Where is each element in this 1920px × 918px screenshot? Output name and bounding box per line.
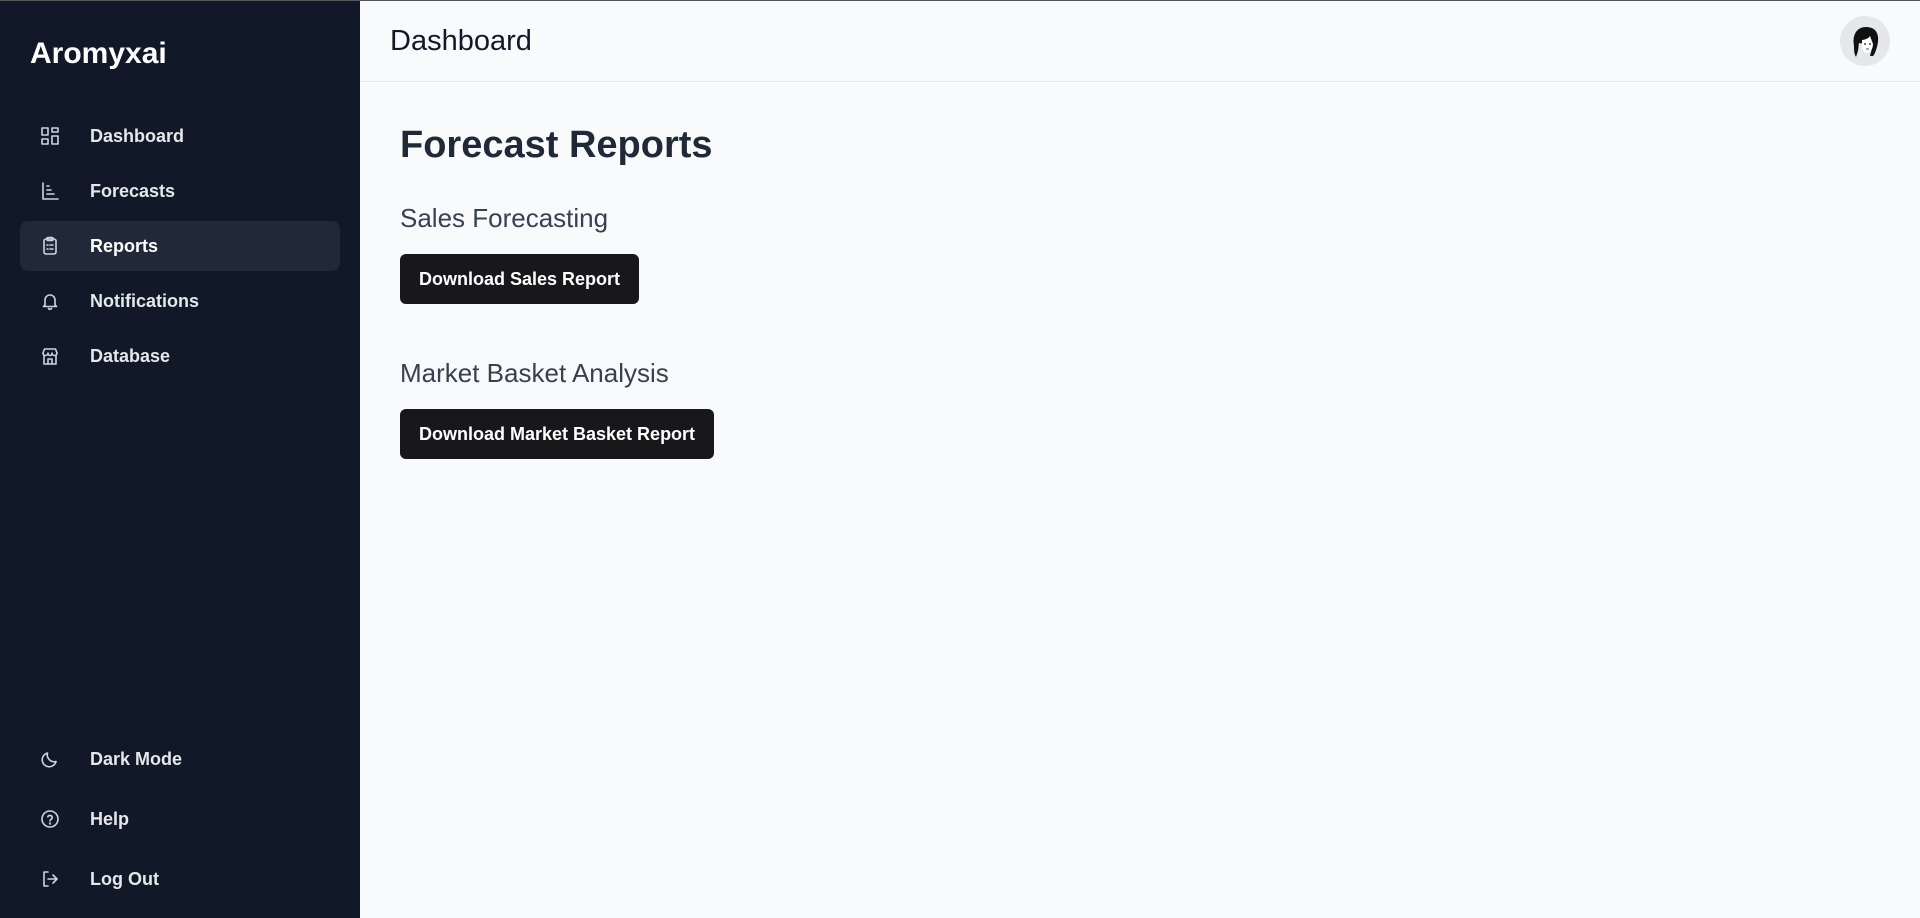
bell-icon xyxy=(40,291,60,311)
sidebar-item-label: Dark Mode xyxy=(90,748,183,769)
dashboard-grid-icon xyxy=(40,126,60,146)
store-icon xyxy=(40,346,60,366)
sidebar-item-forecasts[interactable]: Forecasts xyxy=(20,166,340,216)
avatar-image-icon xyxy=(1840,16,1890,66)
sidebar-item-label: Help xyxy=(90,808,130,829)
sidebar-item-label: Reports xyxy=(90,235,159,256)
sidebar-item-label: Log Out xyxy=(90,868,159,889)
logout-button[interactable]: Log Out xyxy=(20,854,340,904)
brand-logo: Aromyxai xyxy=(30,37,167,70)
reports-content: Forecast Reports Sales Forecasting Downl… xyxy=(360,82,1920,555)
sidebar-item-label: Dashboard xyxy=(90,125,185,146)
sales-forecasting-section: Sales Forecasting Download Sales Report xyxy=(400,203,1880,304)
clipboard-icon xyxy=(40,236,60,256)
sidebar-item-database[interactable]: Database xyxy=(20,331,340,381)
dark-mode-toggle[interactable]: Dark Mode xyxy=(20,734,340,784)
moon-icon xyxy=(40,749,60,769)
download-market-basket-report-button[interactable]: Download Market Basket Report xyxy=(400,409,715,459)
page-title: Forecast Reports xyxy=(400,124,713,166)
section-title: Sales Forecasting xyxy=(400,203,609,233)
market-basket-section: Market Basket Analysis Download Market B… xyxy=(400,358,1880,459)
header-title: Dashboard xyxy=(390,24,532,57)
sidebar-item-notifications[interactable]: Notifications xyxy=(20,276,340,326)
main-area: Dashboard Forecast Reports Sales Forecas… xyxy=(360,1,1920,918)
help-circle-icon xyxy=(40,809,60,829)
sidebar: Aromyxai Dashboard Forecasts Reports Not… xyxy=(0,1,360,918)
sidebar-item-dashboard[interactable]: Dashboard xyxy=(20,111,340,161)
sidebar-item-label: Notifications xyxy=(90,290,200,311)
download-sales-report-button[interactable]: Download Sales Report xyxy=(400,254,640,304)
chart-icon xyxy=(40,181,60,201)
avatar[interactable] xyxy=(1840,16,1890,66)
help-link[interactable]: Help xyxy=(20,794,340,844)
sidebar-item-label: Database xyxy=(90,345,171,366)
sidebar-bottom-nav: Dark Mode Help Log Out xyxy=(20,734,340,918)
section-title: Market Basket Analysis xyxy=(400,358,669,388)
sidebar-item-label: Forecasts xyxy=(90,180,176,201)
logout-icon xyxy=(40,869,60,889)
top-bar: Dashboard xyxy=(360,1,1920,82)
sidebar-item-reports[interactable]: Reports xyxy=(20,221,340,271)
sidebar-nav: Dashboard Forecasts Reports Notification… xyxy=(20,111,340,381)
